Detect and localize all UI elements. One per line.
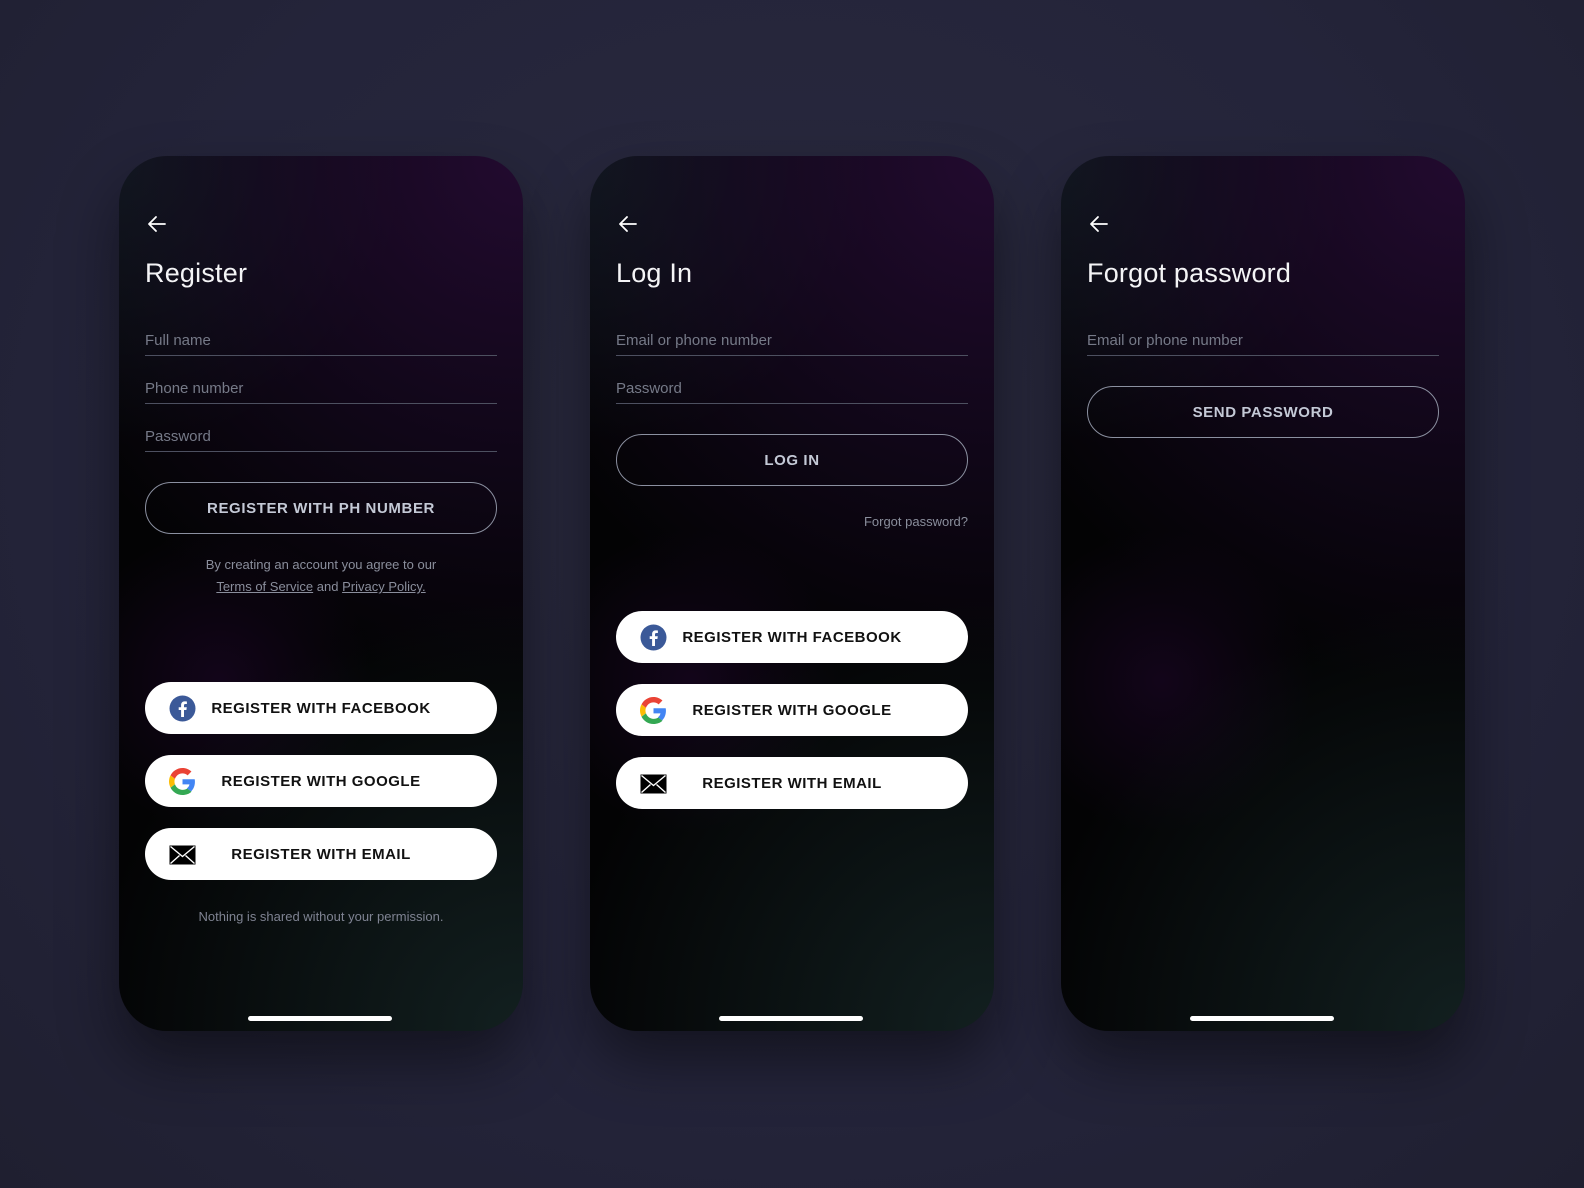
register-facebook-button[interactable]: REGISTER WITH FACEBOOK <box>145 682 497 734</box>
facebook-icon <box>169 695 196 722</box>
back-button[interactable] <box>1087 212 1111 236</box>
page-title: Log In <box>616 258 693 288</box>
register-google-button[interactable]: REGISTER WITH GOOGLE <box>145 755 497 807</box>
back-button[interactable] <box>616 212 640 236</box>
login-button[interactable]: LOG IN <box>616 434 968 486</box>
terms-text: By creating an account you agree to our <box>205 557 437 572</box>
back-button[interactable] <box>145 212 169 236</box>
phone-number-field[interactable] <box>145 368 497 404</box>
email-or-phone-field[interactable] <box>1087 320 1439 356</box>
send-password-button[interactable]: SEND PASSWORD <box>1087 386 1439 438</box>
page-title: Forgot password <box>1087 258 1292 288</box>
google-icon <box>169 768 196 795</box>
register-facebook-button[interactable]: REGISTER WITH FACEBOOK <box>616 611 968 663</box>
register-facebook-label: REGISTER WITH FACEBOOK <box>682 628 902 646</box>
password-field[interactable] <box>616 368 968 404</box>
privacy-policy-link[interactable]: Privacy Policy. <box>342 579 426 594</box>
home-indicator <box>719 1016 863 1021</box>
password-field[interactable] <box>145 416 497 452</box>
arrow-left-icon <box>1090 216 1108 232</box>
forgot-password-screen: Forgot password SEND PASSWORD <box>1061 156 1465 1031</box>
register-email-button[interactable]: REGISTER WITH EMAIL <box>616 757 968 809</box>
privacy-note: Nothing is shared without your permissio… <box>198 909 444 924</box>
register-google-label: REGISTER WITH GOOGLE <box>221 772 421 790</box>
register-email-label: REGISTER WITH EMAIL <box>702 774 882 792</box>
email-or-phone-input[interactable] <box>1087 320 1439 355</box>
register-google-button[interactable]: REGISTER WITH GOOGLE <box>616 684 968 736</box>
terms-and-text: and <box>316 579 339 594</box>
phone-number-input[interactable] <box>145 368 497 403</box>
google-icon <box>640 697 667 724</box>
terms-notice: By creating an account you agree to our … <box>119 554 523 598</box>
mail-icon <box>169 841 196 868</box>
register-screen: Register REGISTER WITH PH NUMBER By crea… <box>119 156 523 1031</box>
home-indicator <box>1190 1016 1334 1021</box>
email-or-phone-field[interactable] <box>616 320 968 356</box>
register-with-phone-button[interactable]: REGISTER WITH PH NUMBER <box>145 482 497 534</box>
forgot-password-link[interactable]: Forgot password? <box>864 514 968 529</box>
home-indicator <box>248 1016 392 1021</box>
full-name-input[interactable] <box>145 320 497 355</box>
terms-of-service-link[interactable]: Terms of Service <box>216 579 313 594</box>
register-email-label: REGISTER WITH EMAIL <box>231 845 411 863</box>
facebook-icon <box>640 624 667 651</box>
register-facebook-label: REGISTER WITH FACEBOOK <box>211 699 431 717</box>
arrow-left-icon <box>148 216 166 232</box>
page-title: Register <box>145 258 248 288</box>
email-or-phone-input[interactable] <box>616 320 968 355</box>
login-screen: Log In LOG IN Forgot password? REGISTER … <box>590 156 994 1031</box>
full-name-field[interactable] <box>145 320 497 356</box>
password-input[interactable] <box>616 368 968 403</box>
password-input[interactable] <box>145 416 497 451</box>
register-google-label: REGISTER WITH GOOGLE <box>692 701 892 719</box>
arrow-left-icon <box>619 216 637 232</box>
mail-icon <box>640 770 667 797</box>
register-email-button[interactable]: REGISTER WITH EMAIL <box>145 828 497 880</box>
